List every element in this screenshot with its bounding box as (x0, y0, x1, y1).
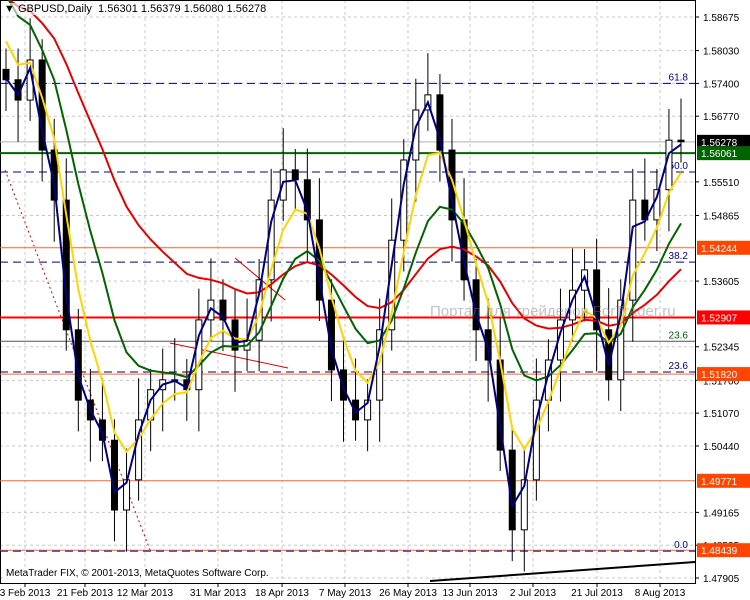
x-tick-label: 21 Jul 2013 (571, 588, 623, 599)
price-label: 1.54244 (701, 244, 738, 255)
candle-body (291, 169, 299, 181)
low-value: 1.56080 (183, 3, 224, 15)
dropdown-arrow-icon[interactable]: ▼ (4, 3, 18, 15)
y-tick-label: 1.50440 (703, 442, 740, 453)
y-tick-label: 1.49165 (703, 508, 740, 519)
watermark: Портал для трейдеров ForTrader.ru (430, 303, 676, 320)
price-chart[interactable]: 1.58675 1.58030 1.57400 1.56770 1.55510 1.548… (0, 0, 750, 600)
fibo-level-label: 0.0 (674, 540, 688, 551)
y-tick-label: 1.51070 (703, 409, 740, 420)
fibo-level-label: 38.2 (669, 251, 689, 262)
fibo-level-label: 61.8 (669, 72, 689, 83)
candle-body (677, 139, 685, 143)
y-tick-label: 1.56770 (703, 112, 740, 123)
price-label: 1.56061 (701, 149, 738, 160)
fibo-level-label: 23.6 (669, 330, 689, 341)
y-tick-label: 1.54865 (703, 211, 740, 222)
open-value: 1.56301 (98, 3, 138, 15)
close-value: 1.56278 (226, 3, 267, 15)
candle-body (665, 139, 673, 191)
price-label: 1.49771 (701, 477, 738, 488)
x-tick-label: 3 Feb 2013 (0, 588, 51, 599)
plot-frame (0, 0, 696, 584)
chart-header: ▼ GBPUSD,Daily 1.56301 1.56379 1.56080 1… (4, 3, 267, 15)
copyright: MetaTrader FIX, © 2001-2013, MetaQuotes … (6, 568, 269, 579)
high-value: 1.56379 (140, 3, 181, 15)
x-tick-label: 31 Mar 2013 (190, 588, 247, 599)
candle-body (110, 439, 118, 511)
price-label: 1.48439 (701, 546, 738, 557)
y-tick-label: 1.47905 (703, 574, 740, 585)
x-tick-label: 12 Mar 2013 (117, 588, 174, 599)
y-tick-label: 1.53605 (703, 277, 740, 288)
y-tick-label: 1.52345 (703, 343, 740, 354)
x-tick-label: 18 Apr 2013 (255, 588, 309, 599)
y-tick-label: 1.55510 (703, 178, 740, 189)
chart-window[interactable]: 1.58675 1.58030 1.57400 1.56770 1.55510 1.548… (0, 0, 750, 600)
x-tick-label: 13 Jun 2013 (442, 588, 497, 599)
fibo-level-label: 23.6 (669, 361, 689, 372)
x-tick-label: 7 May 2013 (319, 588, 372, 599)
moving-average-line (7, 0, 682, 330)
price-label: 1.51820 (701, 370, 738, 381)
x-tick-label: 2 Jul 2013 (510, 588, 557, 599)
x-tick-label: 8 Aug 2013 (635, 588, 686, 599)
price-label: 1.52907 (701, 313, 738, 324)
symbol-title: GBPUSD,Daily (17, 3, 92, 15)
y-tick-label: 1.57400 (703, 79, 740, 90)
y-tick-label: 1.58675 (703, 13, 740, 24)
y-tick-label: 1.58030 (703, 47, 740, 58)
x-tick-label: 21 Feb 2013 (57, 588, 114, 599)
x-tick-label: 26 May 2013 (379, 588, 437, 599)
